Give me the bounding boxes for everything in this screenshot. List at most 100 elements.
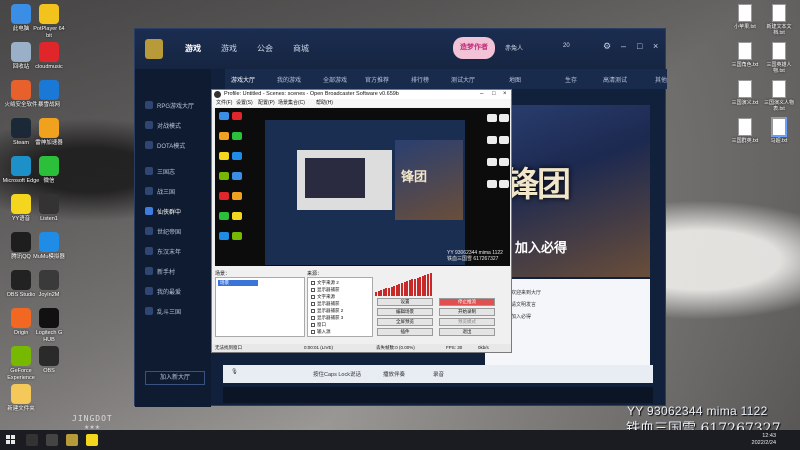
- source-item[interactable]: 显示器捕获: [311, 301, 340, 307]
- desktop-shortcut[interactable]: Listen1: [30, 194, 68, 223]
- lobby-tab[interactable]: 全部游戏: [323, 75, 347, 84]
- maximize-icon[interactable]: □: [637, 41, 642, 51]
- desktop-shortcut[interactable]: 暴雪战网: [30, 80, 68, 109]
- menu-scene-collection[interactable]: 场景集合(C): [278, 99, 305, 107]
- lobby-tab[interactable]: 我的游戏: [277, 75, 301, 84]
- desktop-shortcut[interactable]: 雷神加速器: [30, 118, 68, 147]
- start-record-button[interactable]: 开始录制: [439, 308, 495, 316]
- app-icon: [11, 270, 31, 290]
- desktop-shortcut[interactable]: 新建文件夹: [2, 384, 40, 413]
- settings-button[interactable]: 设置: [377, 298, 433, 306]
- preview-mode-button[interactable]: 预览模式: [439, 318, 495, 326]
- lobby-tab[interactable]: 其他: [655, 75, 667, 84]
- source-item[interactable]: 输入源: [311, 329, 331, 335]
- stop-stream-button[interactable]: 停止推流: [439, 298, 495, 306]
- plugins-button[interactable]: 插件: [377, 328, 433, 336]
- lobby-tab[interactable]: 游戏大厅: [231, 75, 255, 84]
- obs-maximize-icon[interactable]: □: [492, 90, 496, 99]
- source-item[interactable]: 显示器捕获 3: [311, 315, 343, 321]
- source-visible-checkbox[interactable]: [311, 330, 315, 334]
- windows-start-icon[interactable]: [6, 435, 16, 445]
- minimize-icon[interactable]: –: [621, 41, 626, 51]
- launcher-sidebar: RPG游戏大厅 对战模式 DOTA模式 三国志战三国仙侠群中世纪帝国东汉末年新手村我的…: [135, 69, 211, 407]
- promo-badge[interactable]: 造梦作者: [453, 37, 495, 59]
- app-icon: [39, 42, 59, 62]
- record-label[interactable]: 录音: [433, 370, 444, 378]
- desktop-file[interactable]: 三国英雄人物.txt: [762, 42, 796, 74]
- desktop-shortcut[interactable]: 微信: [30, 156, 68, 185]
- sidebar-item[interactable]: DOTA模式: [145, 139, 185, 151]
- sidebar-item[interactable]: 我的最爱: [145, 285, 181, 297]
- source-visible-checkbox[interactable]: [311, 288, 315, 292]
- search-icon[interactable]: [26, 434, 38, 446]
- add-lobby-button[interactable]: 加入新大厅: [145, 371, 205, 385]
- desktop-file[interactable]: 小苹果.txt: [728, 4, 762, 30]
- nav-shop[interactable]: 商城: [293, 43, 309, 54]
- desktop-shortcut[interactable]: JoyIn2M: [30, 270, 68, 299]
- close-icon[interactable]: ×: [653, 41, 658, 51]
- source-visible-checkbox[interactable]: [311, 295, 315, 299]
- source-item[interactable]: 显示器捕获 2: [311, 308, 343, 314]
- lobby-tab[interactable]: 排行榜: [411, 75, 429, 84]
- sidebar-item[interactable]: 世纪帝国: [145, 225, 181, 237]
- exit-button[interactable]: 退出: [439, 328, 495, 336]
- source-visible-checkbox[interactable]: [311, 323, 315, 327]
- app-icon: [11, 232, 31, 252]
- sidebar-item[interactable]: 东汉末年: [145, 245, 181, 257]
- desktop-file[interactable]: 三国群英.txt: [728, 118, 762, 144]
- menu-help[interactable]: 帮助(H): [316, 99, 333, 107]
- scene-list[interactable]: 场景: [215, 277, 305, 337]
- sidebar-item[interactable]: 战三国: [145, 185, 175, 197]
- menu-file[interactable]: 文件(F): [216, 99, 232, 107]
- user-name[interactable]: 赤兔人: [505, 43, 523, 52]
- lobby-tab[interactable]: 测试大厅: [451, 75, 475, 84]
- desktop-shortcut[interactable]: PotPlayer 64 bit: [30, 4, 68, 40]
- caps-talk-label[interactable]: 按住Caps Lock说话: [313, 370, 361, 378]
- desktop-file[interactable]: 三国演义.txt: [728, 80, 762, 106]
- source-visible-checkbox[interactable]: [311, 309, 315, 313]
- sidebar-item[interactable]: 乱斗三国: [145, 305, 181, 317]
- lobby-tab[interactable]: 生存: [565, 75, 577, 84]
- mic-icon[interactable]: 🎙: [231, 369, 238, 375]
- desktop-file[interactable]: 新建文本文档.txt: [762, 4, 796, 36]
- source-label: 显示器捕获: [317, 287, 340, 292]
- desktop-file[interactable]: 马超.txt: [762, 117, 796, 144]
- sidebar-item[interactable]: 新手村: [145, 265, 175, 277]
- edit-scene-button[interactable]: 编辑场景: [377, 308, 433, 316]
- menu-settings[interactable]: 设置(S): [236, 99, 253, 107]
- nav-guild[interactable]: 公会: [257, 43, 273, 54]
- source-list[interactable]: 文字来源 2 显示器捕获 文字来源 显示器捕获 显示器捕获 2 显示器捕获 3 窗口 输入源: [307, 277, 373, 337]
- yy-taskbar-icon[interactable]: [86, 434, 98, 446]
- nav-games[interactable]: 游戏: [185, 43, 201, 54]
- lobby-tab[interactable]: 官方推荐: [365, 75, 389, 84]
- source-visible-checkbox[interactable]: [311, 281, 315, 285]
- desktop-file[interactable]: 三国演义人物表.txt: [762, 80, 796, 112]
- menu-profile[interactable]: 配置(P): [258, 99, 275, 107]
- play-music-label[interactable]: 播放伴奏: [383, 370, 405, 378]
- sidebar-item[interactable]: 三国志: [145, 165, 175, 177]
- lobby-tab[interactable]: 高清测试: [603, 75, 627, 84]
- source-item[interactable]: 显示器捕获: [311, 287, 340, 293]
- scene-item[interactable]: 场景: [218, 280, 258, 286]
- game-launcher-taskbar-icon[interactable]: [66, 434, 78, 446]
- source-item[interactable]: 文字来源: [311, 294, 335, 300]
- obs-minimize-icon[interactable]: –: [480, 90, 483, 99]
- settings-icon[interactable]: ⚙: [603, 41, 611, 52]
- desktop-shortcut[interactable]: OBS: [30, 346, 68, 375]
- desktop-shortcut[interactable]: Logitech G HUB: [30, 308, 68, 344]
- lobby-tab[interactable]: 地图: [509, 75, 521, 84]
- sidebar-item[interactable]: 仙侠群中: [145, 205, 181, 217]
- nav-battle[interactable]: 游戏: [221, 43, 237, 54]
- desktop-shortcut[interactable]: cloudmusic: [30, 42, 68, 71]
- task-view-icon[interactable]: [46, 434, 58, 446]
- source-item[interactable]: 文字来源 2: [311, 280, 339, 286]
- sidebar-item[interactable]: RPG游戏大厅: [145, 99, 194, 111]
- source-visible-checkbox[interactable]: [311, 316, 315, 320]
- source-visible-checkbox[interactable]: [311, 302, 315, 306]
- fullscreen-preview-button[interactable]: 全屏预览: [377, 318, 433, 326]
- obs-close-icon[interactable]: ×: [503, 90, 507, 99]
- desktop-shortcut[interactable]: MuMu模拟器: [30, 232, 68, 261]
- sidebar-item[interactable]: 对战模式: [145, 119, 181, 131]
- source-item[interactable]: 窗口: [311, 322, 326, 328]
- desktop-file[interactable]: 三国角色.txt: [728, 42, 762, 68]
